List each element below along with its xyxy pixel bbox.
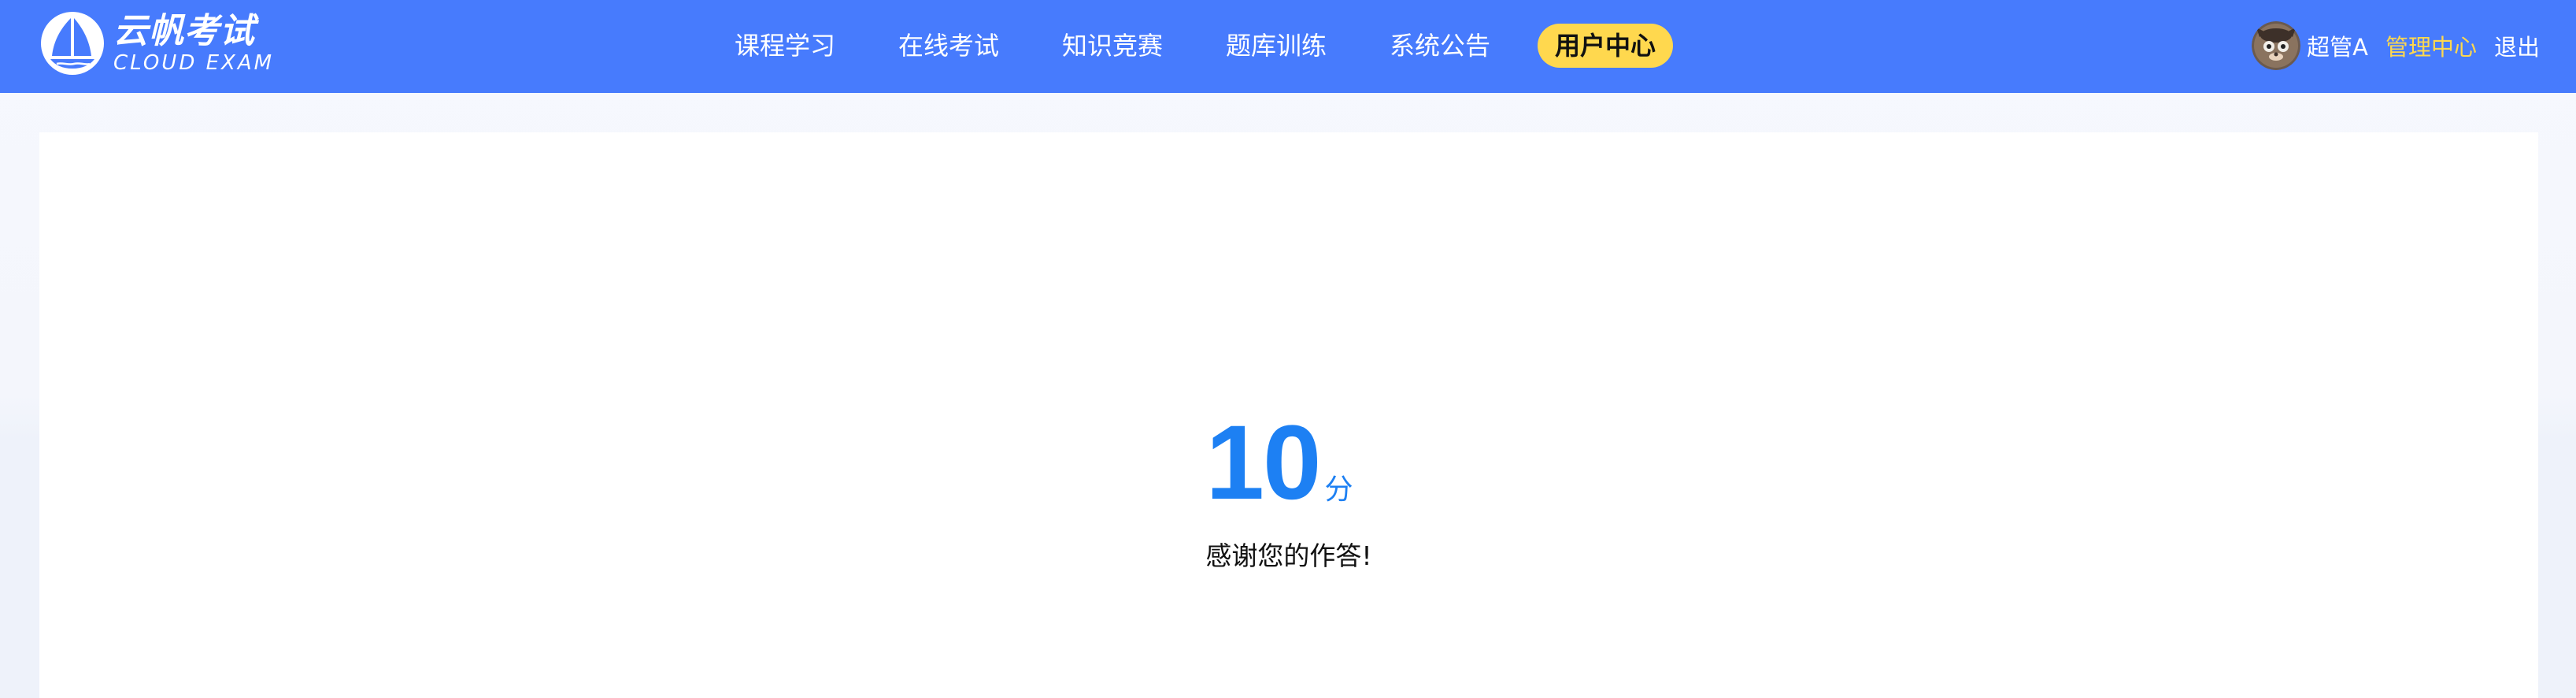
logout-link[interactable]: 退出 xyxy=(2494,29,2540,62)
result-card: 10 分 感谢您的作答! xyxy=(39,132,2538,698)
score-display: 10 分 xyxy=(1205,400,1353,526)
exam-result: 10 分 感谢您的作答! xyxy=(39,132,2538,698)
nav-item-user-center[interactable]: 用户中心 xyxy=(1538,24,1674,68)
main-nav: 课程学习 在线考试 知识竞赛 题库训练 系统公告 用户中心 xyxy=(0,0,2576,93)
nav-item-question-bank[interactable]: 题库训练 xyxy=(1226,24,1327,68)
score-unit: 分 xyxy=(1324,473,1353,506)
top-header: 云帆考试 CLOUD EXAM 课程学习 在线考试 知识竞赛 题库训练 系统公告… xyxy=(0,0,2576,93)
nav-item-course-study[interactable]: 课程学习 xyxy=(735,24,835,68)
nav-item-online-exam[interactable]: 在线考试 xyxy=(898,24,999,68)
user-avatar-icon[interactable] xyxy=(2252,21,2301,70)
nav-item-announcements[interactable]: 系统公告 xyxy=(1390,24,1490,68)
score-value: 10 xyxy=(1205,404,1321,522)
admin-center-link[interactable]: 管理中心 xyxy=(2385,29,2477,62)
score-line: 10 分 xyxy=(39,400,2538,526)
thanks-message: 感谢您的作答! xyxy=(1205,540,1372,571)
user-area: 超管A 管理中心 退出 xyxy=(2252,20,2540,72)
username[interactable]: 超管A xyxy=(2307,29,2368,62)
nav-item-knowledge-contest[interactable]: 知识竞赛 xyxy=(1062,24,1163,68)
